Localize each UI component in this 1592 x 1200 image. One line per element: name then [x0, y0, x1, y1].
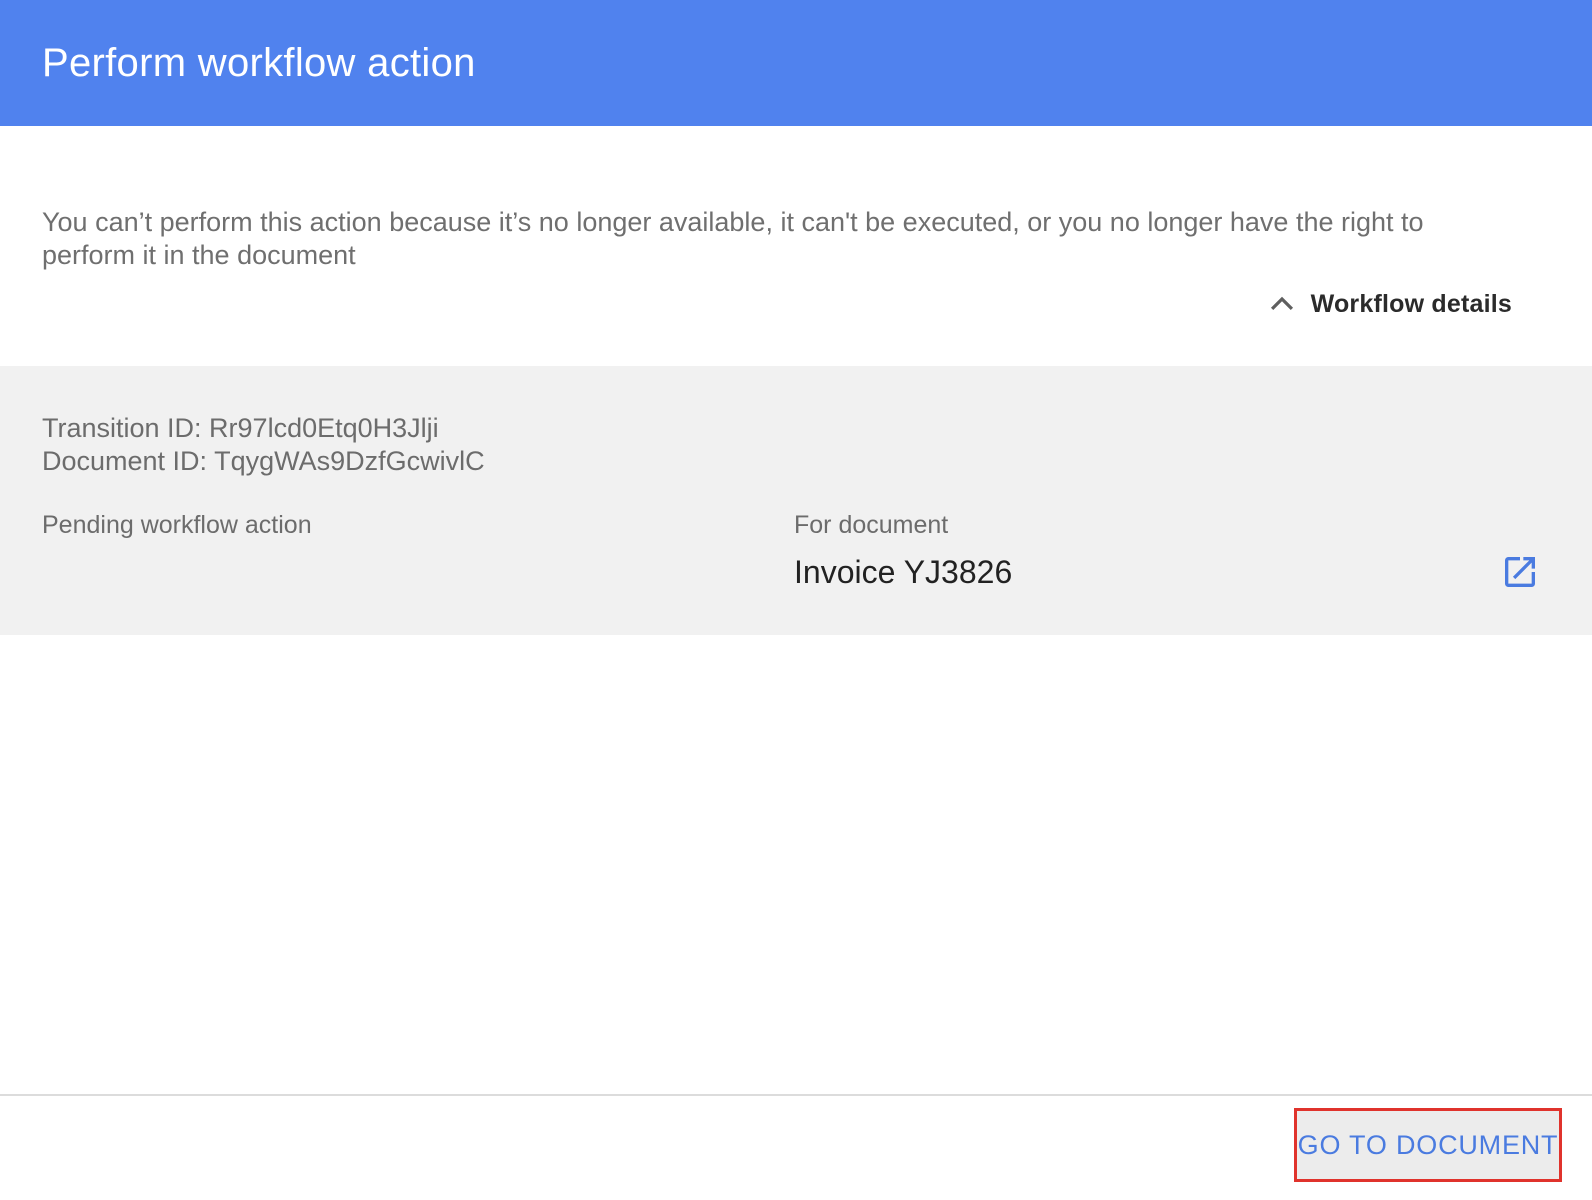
- document-name: Invoice YJ3826: [794, 554, 1013, 590]
- dialog-title: Perform workflow action: [42, 41, 476, 85]
- workflow-details-label: Workflow details: [1310, 289, 1512, 318]
- footer-divider: [0, 1094, 1592, 1096]
- workflow-details-toggle[interactable]: Workflow details: [1267, 286, 1512, 322]
- go-to-document-button[interactable]: GO TO DOCUMENT: [1294, 1108, 1562, 1182]
- for-document-label: For document: [794, 511, 949, 539]
- chevron-up-icon: [1267, 289, 1297, 319]
- document-id: Document ID: TqygWAs9DzfGcwivlC: [42, 446, 485, 476]
- open-in-new-icon[interactable]: [1500, 552, 1540, 592]
- unavailable-action-message: You can’t perform this action because it…: [42, 207, 1424, 270]
- dialog-header: Perform workflow action: [0, 0, 1592, 126]
- workflow-action-dialog: Perform workflow action You can’t perfor…: [0, 0, 1592, 1200]
- transition-id: Transition ID: Rr97lcd0Etq0H3Jlji: [42, 413, 439, 443]
- workflow-details-panel: Transition ID: Rr97lcd0Etq0H3Jlji Docume…: [0, 366, 1592, 635]
- pending-workflow-action-label: Pending workflow action: [42, 511, 312, 539]
